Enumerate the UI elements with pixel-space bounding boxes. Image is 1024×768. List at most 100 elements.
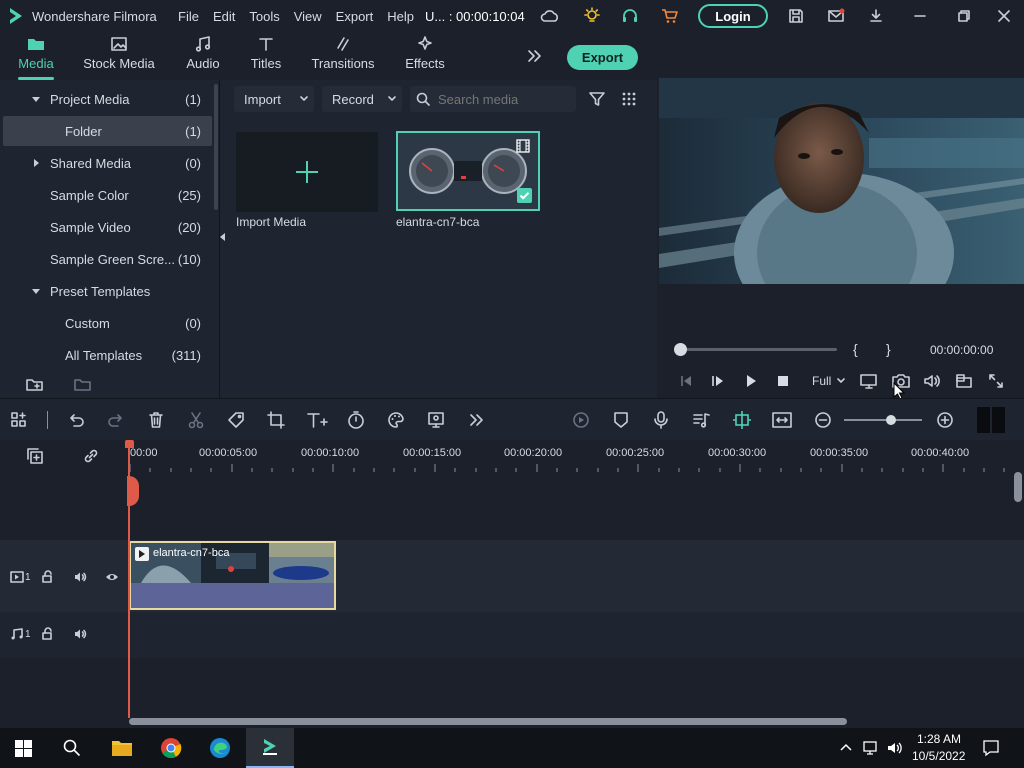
close-icon[interactable] <box>992 0 1016 32</box>
menu-help[interactable]: Help <box>387 9 414 24</box>
new-folder-icon[interactable] <box>26 377 44 393</box>
folder-outline-icon[interactable] <box>74 377 92 393</box>
render-preview-icon[interactable] <box>572 411 590 429</box>
snap-icon[interactable] <box>732 410 752 430</box>
cloud-icon[interactable] <box>538 0 562 32</box>
add-text-icon[interactable] <box>306 411 328 429</box>
preview-progress-handle[interactable] <box>674 343 687 356</box>
pip-icon[interactable] <box>955 373 973 389</box>
green-screen-icon[interactable] <box>427 411 445 429</box>
sidebar-item-preset-templates[interactable]: Preset Templates <box>0 276 214 306</box>
play-icon[interactable] <box>744 374 758 388</box>
filter-icon[interactable] <box>589 91 605 107</box>
previous-frame-icon[interactable] <box>679 374 693 388</box>
bulb-icon[interactable] <box>580 0 604 32</box>
minimize-icon[interactable] <box>908 0 932 32</box>
caret-down-icon[interactable] <box>31 286 41 296</box>
vertical-scrollbar[interactable] <box>1014 472 1022 502</box>
add-track-icon[interactable] <box>26 447 44 465</box>
caret-down-icon[interactable] <box>31 94 41 104</box>
mark-in-button[interactable]: { <box>853 341 858 357</box>
color-palette-icon[interactable] <box>387 411 405 429</box>
play-slow-icon[interactable] <box>711 374 725 388</box>
sidebar-item-sample-color[interactable]: Sample Color (25) <box>0 180 214 210</box>
audio-mixer-icon[interactable] <box>692 411 710 429</box>
delete-icon[interactable] <box>147 411 165 429</box>
redo-icon[interactable] <box>107 411 125 429</box>
zoom-slider-handle[interactable] <box>886 415 896 425</box>
taskbar-filmora[interactable] <box>246 728 294 768</box>
crop-icon[interactable] <box>267 411 285 429</box>
import-dropdown[interactable]: Import <box>234 86 314 112</box>
quality-dropdown[interactable]: Full <box>812 373 854 389</box>
zoom-in-icon[interactable] <box>936 411 954 429</box>
sidebar-item-sample-video[interactable]: Sample Video (20) <box>0 212 214 242</box>
link-icon[interactable] <box>82 447 100 465</box>
search-input[interactable] <box>438 90 568 108</box>
more-tabs-icon[interactable] <box>526 48 544 64</box>
tab-stock-media[interactable]: Stock Media <box>80 32 158 80</box>
network-icon[interactable] <box>862 740 880 756</box>
file-explorer-icon[interactable] <box>111 738 133 758</box>
collapse-sidebar-icon[interactable] <box>219 232 227 242</box>
download-icon[interactable] <box>864 0 888 32</box>
timeline-video-clip[interactable]: elantra-cn7-bca <box>129 541 336 610</box>
lock-icon[interactable] <box>41 627 55 641</box>
sidebar-item-custom[interactable]: Custom (0) <box>0 308 214 338</box>
menu-export[interactable]: Export <box>336 9 374 24</box>
notification-icon[interactable] <box>982 739 1000 757</box>
windows-start-icon[interactable] <box>15 740 32 757</box>
tray-chevron-up-icon[interactable] <box>840 742 852 752</box>
zoom-out-icon[interactable] <box>814 411 832 429</box>
undo-icon[interactable] <box>67 411 85 429</box>
export-button[interactable]: Export <box>567 45 638 70</box>
selected-check-icon[interactable] <box>517 188 532 203</box>
zoom-slider-track[interactable] <box>844 419 922 421</box>
lock-icon[interactable] <box>41 570 55 584</box>
import-media-tile[interactable] <box>236 132 378 212</box>
sidebar-scrollbar[interactable] <box>214 84 218 210</box>
menu-file[interactable]: File <box>178 9 199 24</box>
marker-icon[interactable] <box>612 411 630 429</box>
media-clip-tile[interactable] <box>396 131 540 211</box>
volume-icon[interactable] <box>923 373 941 389</box>
stop-icon[interactable] <box>777 375 789 387</box>
tab-titles[interactable]: Titles <box>246 32 286 80</box>
speaker-icon[interactable] <box>73 570 87 584</box>
layout-icon[interactable] <box>10 411 28 429</box>
timeline-ruler[interactable]: 00:00 00:00:05:00 00:00:10:00 00:00:15:0… <box>128 440 1024 474</box>
sidebar-item-project-media[interactable]: Project Media (1) <box>0 84 214 114</box>
mark-out-button[interactable]: } <box>886 341 891 357</box>
cut-icon[interactable] <box>187 411 205 429</box>
menu-edit[interactable]: Edit <box>213 9 235 24</box>
tab-media[interactable]: Media <box>12 32 60 80</box>
tray-volume-icon[interactable] <box>886 740 904 756</box>
save-icon[interactable] <box>784 0 808 32</box>
microphone-icon[interactable] <box>652 411 670 429</box>
edge-icon[interactable] <box>209 737 231 759</box>
panel-toggle-icon[interactable] <box>977 407 1005 433</box>
headset-icon[interactable] <box>618 0 642 32</box>
fit-timeline-icon[interactable] <box>772 411 792 429</box>
preview-progress-track[interactable] <box>681 348 837 351</box>
mail-icon[interactable] <box>824 0 848 32</box>
sidebar-item-folder[interactable]: Folder (1) <box>3 116 212 146</box>
sidebar-item-all-templates[interactable]: All Templates (311) <box>0 340 214 370</box>
cart-icon[interactable] <box>658 0 682 32</box>
speaker-icon[interactable] <box>73 627 87 641</box>
tag-icon[interactable] <box>227 411 245 429</box>
tab-effects[interactable]: Effects <box>402 32 448 80</box>
playhead-top[interactable] <box>125 440 134 448</box>
search-box[interactable] <box>410 86 576 112</box>
record-dropdown[interactable]: Record <box>322 86 402 112</box>
chrome-icon[interactable] <box>160 737 182 759</box>
preview-video[interactable] <box>659 78 1024 284</box>
fullscreen-icon[interactable] <box>988 373 1004 389</box>
horizontal-scrollbar[interactable] <box>129 718 847 725</box>
grid-view-icon[interactable] <box>621 91 637 107</box>
sidebar-item-shared-media[interactable]: Shared Media (0) <box>0 148 214 178</box>
menu-view[interactable]: View <box>294 9 322 24</box>
tab-transitions[interactable]: Transitions <box>310 32 376 80</box>
sidebar-item-sample-green-screen[interactable]: Sample Green Scre... (10) <box>0 244 214 274</box>
playhead-handle[interactable] <box>127 476 139 506</box>
